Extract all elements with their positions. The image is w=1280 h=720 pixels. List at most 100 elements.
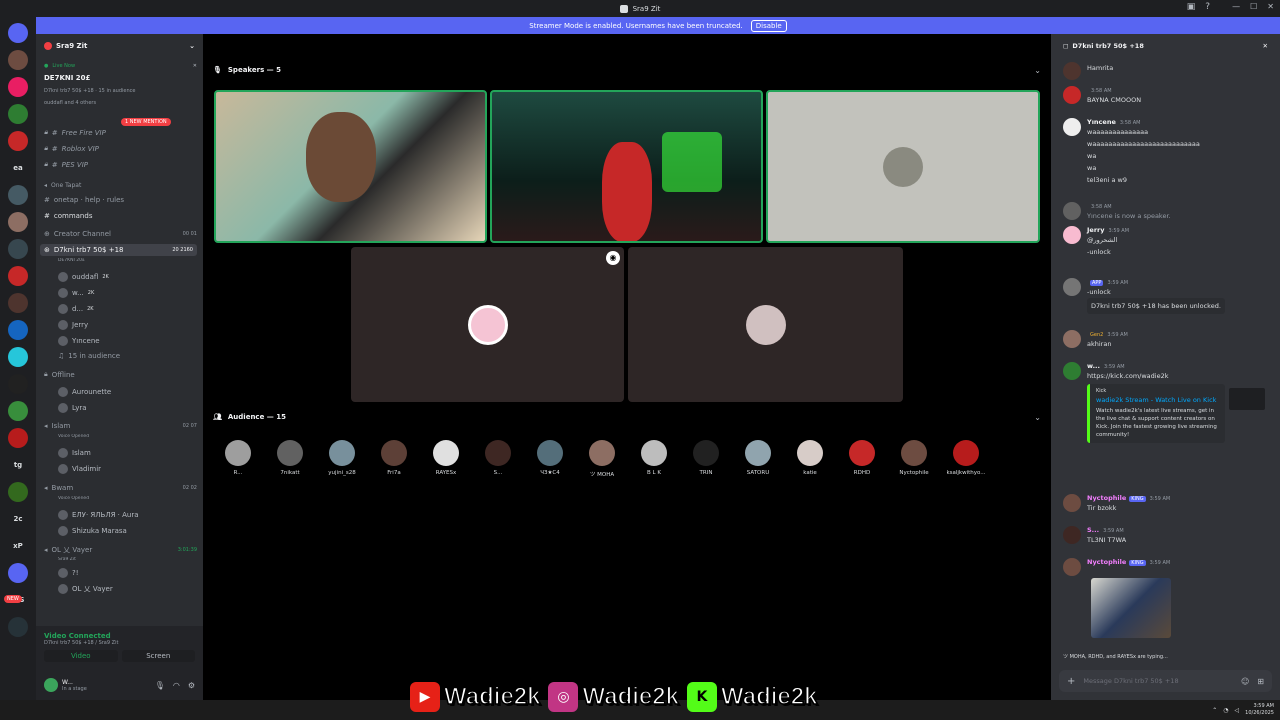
server-icon[interactable] bbox=[8, 185, 28, 205]
message-author[interactable]: Nyctophile bbox=[1087, 558, 1126, 566]
server-icon[interactable] bbox=[8, 131, 28, 151]
channel-item[interactable]: 🔒︎ # PES VIP bbox=[44, 160, 197, 169]
audience-member[interactable]: RDHD bbox=[836, 440, 888, 476]
audience-member[interactable]: Nyctophile bbox=[888, 440, 940, 476]
message-input[interactable]: Message D7kni trb7 50$ +18 bbox=[1083, 677, 1178, 685]
channel-active-stage[interactable]: ⊛ D7kni trb7 50$ +18 20 2160 bbox=[40, 244, 197, 256]
speaker-tile-5[interactable] bbox=[628, 247, 903, 402]
server-icon[interactable]: ea bbox=[8, 158, 28, 178]
embed-title[interactable]: wadie2k Stream - Watch Live on Kick bbox=[1096, 396, 1219, 405]
avatar[interactable] bbox=[44, 678, 58, 692]
speaker-tile-3[interactable] bbox=[766, 90, 1040, 243]
audience-member[interactable]: SATORU bbox=[732, 440, 784, 476]
avatar[interactable] bbox=[1063, 202, 1081, 220]
chevron-down-icon[interactable]: ⌄ bbox=[1034, 413, 1041, 422]
server-icon[interactable] bbox=[8, 563, 28, 583]
channel-item[interactable]: 🔒︎ # Free Fire VIP bbox=[44, 128, 197, 137]
apps-icon[interactable]: ⊞ bbox=[1257, 677, 1264, 686]
speaker-tile-4[interactable]: ◉ bbox=[351, 247, 624, 402]
maximize-button[interactable]: ☐ bbox=[1250, 2, 1257, 11]
channel-islam[interactable]: ◂ Islam 02 07 bbox=[44, 422, 197, 430]
audience-member[interactable]: RAYESx bbox=[420, 440, 472, 476]
channel-bwam[interactable]: ◂ Bwam 02 02 bbox=[44, 484, 197, 492]
minimize-button[interactable]: — bbox=[1232, 2, 1240, 11]
audience-member[interactable]: S... bbox=[472, 440, 524, 476]
server-icon[interactable] bbox=[8, 77, 28, 97]
network-icon[interactable]: ◔ bbox=[1223, 707, 1228, 714]
message-author[interactable]: Yıncene bbox=[1087, 118, 1116, 126]
message-author[interactable]: S... bbox=[1087, 526, 1099, 534]
server-icon[interactable] bbox=[8, 104, 28, 124]
message-author[interactable]: Jerry bbox=[1087, 226, 1104, 234]
server-icon[interactable] bbox=[8, 320, 28, 340]
member-item[interactable]: w... 2K bbox=[58, 288, 197, 298]
avatar[interactable] bbox=[1063, 278, 1081, 296]
link-embed[interactable]: Kick wadie2k Stream - Watch Live on Kick… bbox=[1087, 384, 1265, 443]
audience-member[interactable]: R... bbox=[212, 440, 264, 476]
close-icon[interactable]: ✕ bbox=[1263, 42, 1268, 50]
member-item[interactable]: Shizuka Marasa bbox=[58, 526, 197, 536]
inbox-icon[interactable]: ▣ bbox=[1187, 2, 1196, 12]
server-icon[interactable] bbox=[8, 239, 28, 259]
member-item[interactable]: Lyra bbox=[58, 403, 197, 413]
member-item[interactable]: ouddafl 2K bbox=[58, 272, 197, 282]
member-item[interactable]: ?! bbox=[58, 568, 197, 578]
member-item[interactable]: Jerry bbox=[58, 320, 197, 330]
audience-member[interactable]: TRIN bbox=[680, 440, 732, 476]
audience-member[interactable]: ksaljkwithyo... bbox=[940, 440, 992, 476]
new-mention-badge[interactable]: 1 NEW MENTION bbox=[121, 118, 181, 126]
chevron-up-icon[interactable]: ⌃ bbox=[1212, 707, 1217, 714]
category-one-tapat[interactable]: ◂ One Tapat bbox=[44, 182, 197, 189]
server-icon[interactable] bbox=[8, 50, 28, 70]
audience-member[interactable]: katie bbox=[784, 440, 836, 476]
member-item[interactable]: Vladimir bbox=[58, 464, 197, 474]
member-item[interactable]: OL 乂 Vayer bbox=[58, 584, 197, 594]
avatar[interactable] bbox=[1063, 526, 1081, 544]
attachment-image[interactable] bbox=[1091, 578, 1171, 638]
server-icon[interactable] bbox=[8, 266, 28, 286]
channel-commands[interactable]: # commands bbox=[44, 212, 197, 220]
screen-share-button[interactable]: Screen bbox=[121, 650, 195, 662]
server-icon[interactable] bbox=[8, 293, 28, 313]
server-header[interactable]: Sra9 Zit ⌄ bbox=[36, 34, 203, 58]
avatar[interactable] bbox=[1063, 118, 1081, 136]
member-item[interactable]: Aurounette bbox=[58, 387, 197, 397]
audience-member[interactable]: ツ MOHA bbox=[576, 440, 628, 478]
server-icon[interactable] bbox=[8, 23, 28, 43]
message-author[interactable]: Nyctophile bbox=[1087, 494, 1126, 502]
gear-icon[interactable]: ⚙ bbox=[188, 681, 195, 690]
channel-creator[interactable]: ⊕ Creator Channel 00 01 bbox=[44, 230, 197, 238]
server-icon[interactable] bbox=[8, 482, 28, 502]
avatar[interactable] bbox=[1063, 558, 1081, 576]
member-item[interactable]: ЕЛУ· ЯЛЬЛЯ · Aura bbox=[58, 510, 197, 520]
stage-name[interactable]: DE7KNI 20£ bbox=[44, 74, 197, 82]
member-item[interactable]: d... 2K bbox=[58, 304, 197, 314]
emoji-icon[interactable]: ☺ bbox=[1241, 677, 1249, 686]
clock[interactable]: 3:59 AM 10/26/2025 bbox=[1245, 703, 1274, 717]
audience-member[interactable]: B L K bbox=[628, 440, 680, 476]
server-icon[interactable] bbox=[8, 347, 28, 367]
server-icon[interactable]: 2c bbox=[8, 509, 28, 529]
channel-onetap[interactable]: # onetap · help · rules bbox=[44, 196, 197, 204]
headset-icon[interactable]: ◠ bbox=[173, 681, 180, 690]
plus-icon[interactable]: + bbox=[1067, 676, 1075, 687]
avatar[interactable] bbox=[1063, 86, 1081, 104]
audience-member[interactable]: Fri7a bbox=[368, 440, 420, 476]
avatar[interactable] bbox=[1063, 62, 1081, 80]
chevron-down-icon[interactable]: ⌄ bbox=[1034, 66, 1041, 75]
member-item[interactable]: Yıncene bbox=[58, 336, 197, 346]
kick-link[interactable]: https://kick.com/wadie2k bbox=[1087, 370, 1225, 382]
audience-member[interactable]: ЧЗ★С4 bbox=[524, 440, 576, 476]
volume-icon[interactable]: ◁ bbox=[1235, 707, 1240, 714]
close-icon[interactable]: ✕ bbox=[193, 63, 197, 69]
audience-member[interactable]: 7nikatt bbox=[264, 440, 316, 476]
close-window-button[interactable]: ✕ bbox=[1267, 2, 1274, 11]
server-icon[interactable]: tg bbox=[8, 455, 28, 475]
speaker-video-2[interactable] bbox=[490, 90, 763, 243]
disable-streamer-mode-button[interactable]: Disable bbox=[750, 19, 787, 32]
audience-member[interactable]: yujini_s28 bbox=[316, 440, 368, 476]
server-icon[interactable] bbox=[8, 428, 28, 448]
server-icon[interactable] bbox=[8, 617, 28, 637]
avatar[interactable] bbox=[1063, 362, 1081, 380]
server-icon[interactable] bbox=[8, 374, 28, 394]
